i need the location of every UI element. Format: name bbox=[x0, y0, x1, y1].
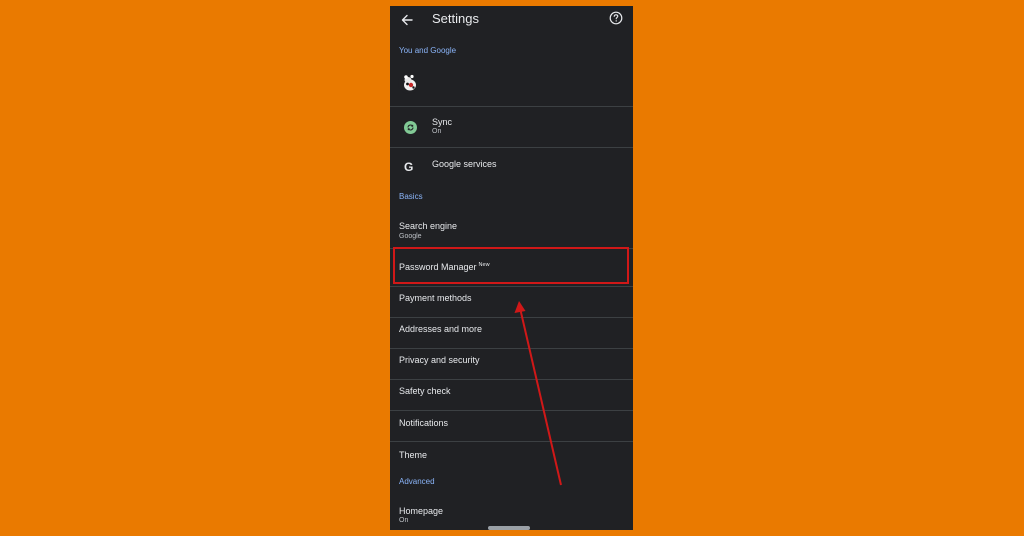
sync-subtitle: On bbox=[432, 128, 442, 135]
search-engine-row[interactable]: Search engine Google bbox=[390, 210, 633, 249]
settings-screen: Settings You and Google Sync On G Google… bbox=[390, 6, 633, 530]
homepage-subtitle: On bbox=[399, 517, 409, 524]
section-header-basics: Basics bbox=[399, 192, 423, 201]
google-services-title: Google services bbox=[432, 159, 497, 169]
scroll-handle[interactable] bbox=[488, 526, 530, 530]
safety-check-title: Safety check bbox=[399, 386, 451, 396]
homepage-title: Homepage bbox=[399, 506, 444, 516]
notifications-title: Notifications bbox=[399, 418, 449, 428]
password-manager-label: Password Manager bbox=[399, 262, 477, 272]
payment-methods-row[interactable]: Payment methods bbox=[390, 287, 633, 318]
help-button[interactable] bbox=[609, 11, 625, 27]
page-title: Settings bbox=[432, 11, 479, 26]
password-manager-row[interactable]: Password Manager New bbox=[390, 249, 633, 287]
sync-title: Sync bbox=[432, 117, 453, 127]
theme-title: Theme bbox=[399, 450, 428, 460]
safety-check-row[interactable]: Safety check bbox=[390, 380, 633, 411]
payment-methods-title: Payment methods bbox=[399, 293, 472, 303]
avatar bbox=[398, 72, 420, 94]
help-circle-icon bbox=[609, 11, 623, 25]
password-manager-title: Password Manager New bbox=[399, 262, 490, 272]
avatar-image bbox=[398, 72, 420, 94]
section-header-you-and-google: You and Google bbox=[399, 46, 457, 55]
app-bar: Settings bbox=[390, 6, 633, 34]
privacy-security-title: Privacy and security bbox=[399, 355, 480, 365]
sync-row[interactable]: Sync On bbox=[390, 107, 633, 148]
arrow-back-icon bbox=[401, 14, 413, 26]
addresses-title: Addresses and more bbox=[399, 324, 483, 334]
new-badge: New bbox=[478, 262, 490, 268]
search-engine-title: Search engine bbox=[399, 221, 458, 231]
google-services-row[interactable]: G Google services bbox=[390, 148, 633, 184]
google-g-icon: G bbox=[404, 160, 414, 174]
stage: Settings You and Google Sync On G Google… bbox=[0, 0, 1024, 536]
section-header-advanced: Advanced bbox=[399, 477, 435, 486]
search-engine-subtitle: Google bbox=[399, 233, 422, 240]
back-button[interactable] bbox=[398, 11, 416, 29]
account-row[interactable] bbox=[390, 64, 633, 107]
privacy-security-row[interactable]: Privacy and security bbox=[390, 349, 633, 380]
notifications-row[interactable]: Notifications bbox=[390, 411, 633, 442]
addresses-row[interactable]: Addresses and more bbox=[390, 318, 633, 349]
theme-row[interactable]: Theme bbox=[390, 442, 633, 472]
sync-icon bbox=[404, 121, 417, 134]
